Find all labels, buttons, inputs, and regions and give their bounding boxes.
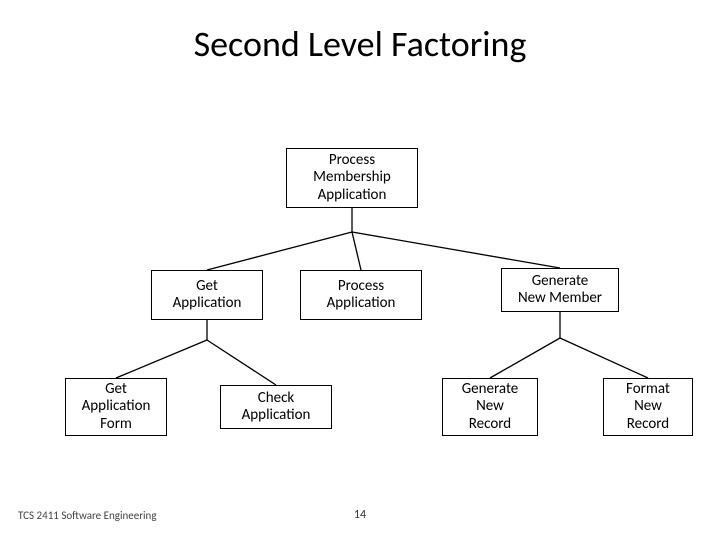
node-generate-new-member: GenerateNew Member: [501, 268, 619, 312]
node-check-application-label: CheckApplication: [242, 390, 311, 425]
node-process-application: ProcessApplication: [300, 270, 422, 320]
page-number: 14: [354, 508, 366, 522]
node-get-application: GetApplication: [151, 270, 263, 320]
node-generate-new-record-label: GenerateNewRecord: [462, 381, 519, 433]
node-process-application-label: ProcessApplication: [327, 278, 396, 313]
node-get-application-label: GetApplication: [173, 278, 242, 313]
node-format-new-record: FormatNewRecord: [603, 378, 693, 436]
page-title: Second Level Factoring: [0, 22, 720, 66]
node-generate-new-member-label: GenerateNew Member: [518, 273, 602, 308]
node-get-application-form: GetApplicationForm: [65, 378, 167, 436]
node-get-application-form-label: GetApplicationForm: [82, 381, 151, 433]
footer-course: TCS 2411 Software Engineering: [18, 509, 157, 522]
node-generate-new-record: GenerateNewRecord: [442, 378, 538, 436]
node-format-new-record-label: FormatNewRecord: [626, 381, 670, 433]
node-root: ProcessMembershipApplication: [286, 148, 418, 208]
node-root-label: ProcessMembershipApplication: [313, 152, 391, 204]
node-check-application: CheckApplication: [220, 385, 332, 429]
